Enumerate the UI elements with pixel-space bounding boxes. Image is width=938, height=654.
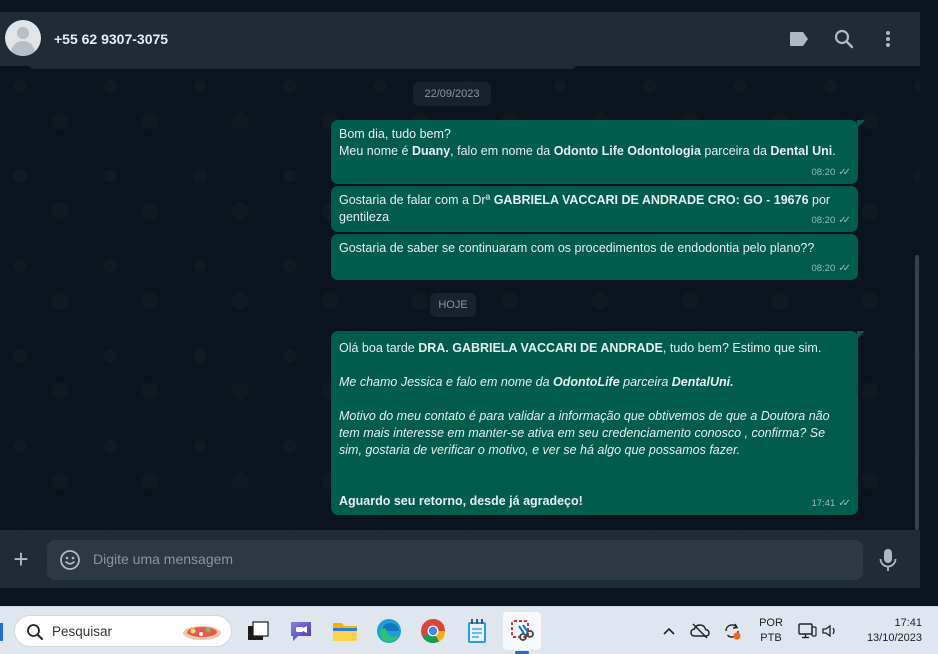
avatar-shoulders-shape [11,41,35,56]
chrome-browser-icon[interactable] [419,617,447,645]
message-meta: 17:41 ✓✓ [811,495,850,512]
text-run: Olá boa tarde [339,341,419,355]
text-run: . [832,144,836,158]
date-chip: 22/09/2023 [413,82,491,106]
taskbar: Pesquisar POR PTB 17:41 13/10/2023 [0,606,938,654]
double-check-icon: ✓✓ [838,167,851,178]
italic-run: Motivo do meu contato é para validar a i… [339,409,830,457]
message-text: Aguardo seu retorno, desde já agradeço! [339,493,850,510]
double-check-icon: ✓✓ [838,215,851,226]
italic-run: parceira [619,375,672,389]
window-bottom-strip [0,588,938,606]
bold-italic-run: OdontoLife [553,375,620,389]
keyboard-layout-code: PTB [760,632,782,644]
message-text: Olá boa tarde DRA. GABRIELA VACCARI DE A… [339,340,850,357]
header-shadow [30,66,575,69]
text-run: Meu nome é [339,144,412,158]
search-highlight-image-icon [183,626,221,640]
message-text: Meu nome é Duany, falo em nome da Odonto… [339,143,850,160]
taskbar-search-placeholder: Pesquisar [52,624,113,639]
double-check-icon: ✓✓ [838,263,851,274]
attach-plus-icon[interactable]: + [9,546,33,572]
text-run: , tudo bem? Estimo que sim. [662,341,822,355]
message-text: Gostaria de saber se continuaram com os … [339,241,815,255]
text-run: , falo em nome da [450,144,554,158]
label-icon[interactable] [787,27,811,51]
chat-app-icon[interactable] [287,617,315,645]
volume-icon[interactable] [820,621,840,641]
message-meta: 08:20 ✓✓ [811,212,850,229]
avatar[interactable] [5,20,41,56]
message-input[interactable]: Digite uma mensagem [93,551,233,567]
avatar-head-shape [17,27,29,39]
file-explorer-icon[interactable] [331,617,359,645]
chat-header: +55 62 9307-3075 [0,12,920,66]
message-bubble-1[interactable]: Bom dia, tudo bem? Meu nome é Duany, fal… [331,120,865,184]
network-icon[interactable] [797,621,817,641]
notepad-icon[interactable] [463,617,491,645]
bold-run: Dental Uni [770,144,833,158]
message-time: 17:41 [811,498,836,509]
microphone-icon[interactable] [876,547,900,573]
message-bubble-4[interactable]: Olá boa tarde DRA. GABRIELA VACCARI DE A… [331,331,865,515]
message-bubble-2[interactable]: Gostaria de falar com a Drª GABRIELA VAC… [331,186,858,232]
message-text: Motivo do meu contato é para validar a i… [339,408,850,459]
date-chip: HOJE [430,293,476,317]
language-code: POR [759,617,783,629]
message-meta: 08:20 ✓✓ [811,164,850,181]
taskbar-clock[interactable]: 17:41 13/10/2023 [846,616,922,646]
input-language-indicator[interactable]: POR PTB [756,616,786,646]
edge-browser-icon[interactable] [375,617,403,645]
sync-warning-icon[interactable] [722,621,742,641]
contact-name[interactable]: +55 62 9307-3075 [54,31,168,47]
bold-run: Odonto Life Odontologia [553,144,701,158]
chat-scrollbar[interactable] [915,255,919,530]
message-bubble-3[interactable]: Gostaria de saber se continuaram com os … [331,234,858,280]
message-time: 08:20 [811,215,836,226]
bold-italic-run: DentalUni. [671,375,734,389]
taskbar-edge-accent [0,623,3,641]
search-icon[interactable] [832,27,856,51]
bold-run: Aguardo seu retorno, desde já agradeço! [339,494,583,508]
cloud-offline-icon[interactable] [690,621,710,641]
task-view-icon[interactable] [244,617,272,645]
text-run: parceira da [700,144,771,158]
message-input-box[interactable]: Digite uma mensagem [47,540,863,580]
compose-bar: + Digite uma mensagem [0,530,920,588]
bold-run: DRA. GABRIELA VACCARI DE ANDRADE [418,341,663,355]
bold-run: GABRIELA VACCARI DE ANDRADE CRO: GO - 19… [493,193,809,207]
chat-messages-area[interactable]: 22/09/2023 Bom dia, tudo bem? Meu nome é… [0,66,920,530]
emoji-icon[interactable] [59,549,81,571]
message-text: Me chamo Jessica e falo em nome da Odont… [339,374,850,391]
message-time: 08:20 [811,263,836,274]
chevron-up-icon[interactable] [659,621,679,641]
menu-icon[interactable] [876,27,900,51]
message-text: Gostaria de falar com a Drª GABRIELA VAC… [339,192,850,226]
search-icon [27,624,43,640]
window-top-strip [0,0,938,12]
italic-run: Me chamo Jessica e falo em nome da [339,375,553,389]
message-time: 08:20 [811,167,836,178]
clock-date: 13/10/2023 [866,632,922,644]
message-line: Bom dia, tudo bem? [339,127,451,141]
taskbar-search-box[interactable]: Pesquisar [14,615,232,647]
bold-run: Duany [411,144,451,158]
message-meta: 08:20 ✓✓ [811,260,850,277]
text-run: Gostaria de falar com a Drª [339,193,494,207]
clock-time: 17:41 [894,617,922,629]
message-text: Bom dia, tudo bem? [339,126,850,143]
snipping-tool-icon[interactable] [503,612,541,650]
double-check-icon: ✓✓ [838,498,851,509]
